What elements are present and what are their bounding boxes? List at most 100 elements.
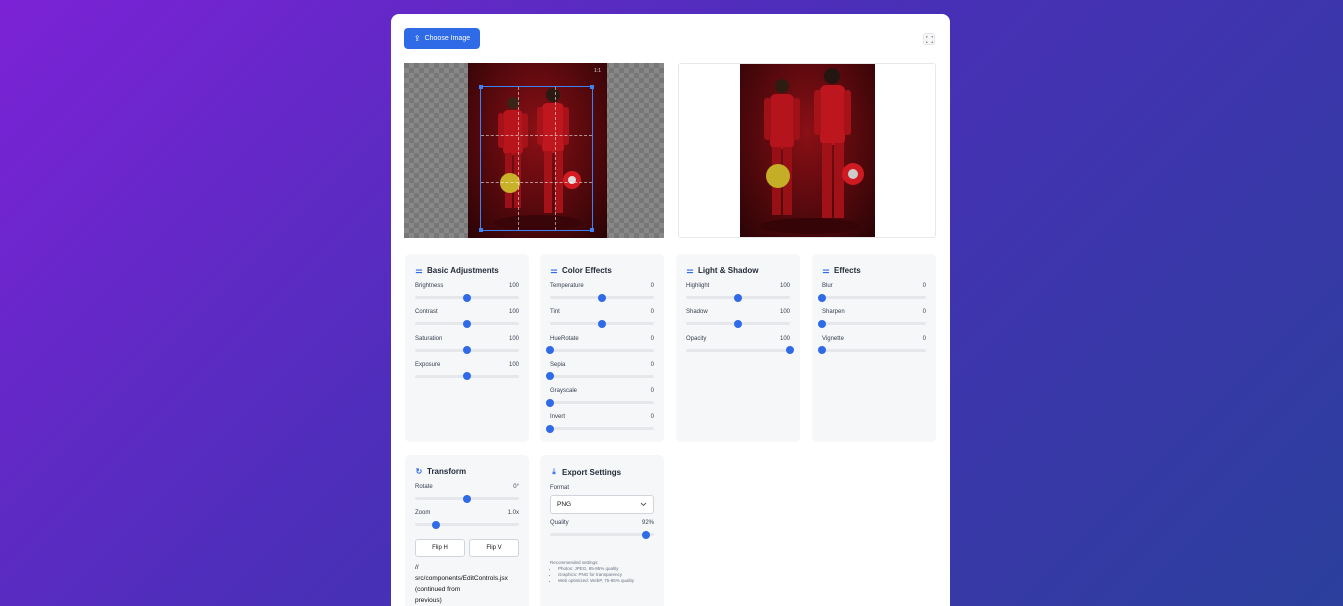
panel-transform: ↻ Transform Rotate 0° Zoom 1.0x Flip H Flip…	[405, 455, 529, 606]
panel-effects: ⚌ Effects Blur 0 Sharpen 0 Vignette 0	[812, 254, 936, 442]
slider-value: 100	[508, 283, 519, 289]
slider-track[interactable]	[415, 372, 519, 381]
slider-control: Tint 0	[550, 309, 654, 335]
slider-track[interactable]	[550, 319, 654, 328]
crop-handle-tl[interactable]	[479, 85, 483, 89]
code-note-line: previous)	[415, 596, 442, 604]
quality-slider-thumb[interactable]	[641, 530, 650, 539]
crop-preview[interactable]: 1:1	[404, 63, 664, 238]
slider-control: Temperature 0	[550, 283, 654, 309]
panel-title-transform: Transform	[427, 467, 467, 476]
slider-control: Zoom 1.0x	[415, 510, 519, 536]
panel-title-light: Light & Shadow	[698, 266, 759, 275]
slider-thumb[interactable]	[463, 494, 471, 503]
slider-control: Brightness 100	[415, 283, 519, 309]
slider-thumb[interactable]	[598, 319, 606, 328]
choose-image-button[interactable]: ⇪ Choose Image	[404, 28, 480, 49]
slider-track[interactable]	[546, 398, 654, 407]
slider-label: Rotate	[415, 484, 433, 490]
slider-thumb[interactable]	[463, 372, 471, 381]
slider-thumb[interactable]	[463, 319, 471, 328]
panel-title-color: Color Effects	[562, 266, 612, 275]
slider-control: Grayscale 0	[546, 388, 654, 414]
slider-control: Vignette 0	[818, 335, 926, 362]
slider-track[interactable]	[415, 293, 519, 302]
crop-handle-bl[interactable]	[479, 228, 483, 232]
quality-slider[interactable]	[550, 530, 654, 539]
slider-track[interactable]	[546, 372, 654, 381]
slider-track[interactable]	[818, 346, 926, 355]
slider-track[interactable]	[415, 346, 519, 355]
slider-label: Blur	[822, 283, 833, 289]
slider-thumb[interactable]	[546, 398, 554, 407]
slider-label: Sharpen	[822, 309, 845, 316]
slider-track[interactable]	[686, 293, 790, 302]
slider-track[interactable]	[415, 494, 519, 503]
flip-vertical-button[interactable]: Flip V	[469, 538, 519, 557]
slider-thumb[interactable]	[734, 293, 742, 302]
slider-thumb[interactable]	[598, 293, 606, 302]
flip-horizontal-button[interactable]: Flip H	[415, 538, 465, 557]
slider-track[interactable]	[550, 293, 654, 302]
slider-track[interactable]	[686, 346, 794, 355]
slider-thumb[interactable]	[431, 520, 440, 529]
format-select[interactable]: PNG	[550, 495, 654, 514]
slider-track[interactable]	[415, 520, 519, 529]
slider-control: HueRotate 0	[546, 335, 654, 362]
crop-handle-tr[interactable]	[590, 85, 594, 89]
slider-thumb[interactable]	[818, 293, 826, 302]
panel-light-shadow: ⚌ Light & Shadow Highlight 100 Shadow 100 Op…	[676, 254, 800, 442]
slider-thumb[interactable]	[463, 346, 471, 355]
slider-thumb[interactable]	[546, 372, 554, 381]
slider-label: Vignette	[822, 335, 844, 342]
slider-thumb[interactable]	[546, 346, 554, 355]
slider-control: Blur 0	[818, 283, 926, 309]
panel-export-settings: ⤓ Export Settings Format PNG Quality 92%…	[540, 455, 664, 606]
slider-thumb[interactable]	[818, 319, 826, 328]
slider-label: Saturation	[415, 335, 443, 342]
crop-selection[interactable]	[479, 85, 594, 232]
slider-label: Contrast	[415, 309, 438, 316]
slider-value: 100	[508, 335, 519, 342]
sliders-icon: ⚌	[415, 266, 423, 275]
color-controls: Temperature 0 Tint 0 HueRotate 0 Sepia 0 Graysca…	[546, 283, 654, 441]
slider-track[interactable]	[818, 293, 926, 302]
expand-button[interactable]	[923, 33, 935, 45]
slider-label: Tint	[550, 309, 560, 316]
slider-control: Sharpen 0	[818, 309, 926, 335]
code-note-line: //	[415, 563, 419, 571]
slider-value: 100	[508, 309, 519, 316]
slider-thumb[interactable]	[734, 319, 742, 328]
slider-thumb[interactable]	[546, 424, 554, 433]
slider-label: Invert	[550, 414, 566, 421]
slider-control: Invert 0	[546, 414, 654, 440]
slider-label: HueRotate	[550, 335, 579, 342]
code-note: // src/components/EditControls.jsx (cont…	[415, 562, 519, 606]
panel-color-effects: ⚌ Color Effects Temperature 0 Tint 0 HueRota…	[540, 254, 664, 442]
slider-value: 0	[922, 283, 926, 289]
slider-thumb[interactable]	[786, 346, 794, 355]
drivers-result-art	[760, 68, 864, 234]
slider-track[interactable]	[686, 319, 790, 328]
format-label: Format	[550, 485, 570, 491]
slider-label: Zoom	[415, 510, 431, 517]
code-note-line: (continued from	[415, 585, 461, 593]
result-preview	[678, 63, 936, 238]
slider-track[interactable]	[546, 346, 654, 355]
slider-label: Opacity	[686, 335, 707, 342]
slider-control: Contrast 100	[415, 309, 519, 335]
slider-control: Exposure 100	[415, 362, 519, 388]
upload-icon: ⇪	[413, 33, 421, 43]
transform-controls: Rotate 0° Zoom 1.0x	[415, 484, 519, 537]
choose-image-label: Choose Image	[424, 35, 471, 42]
slider-track[interactable]	[818, 319, 926, 328]
slider-thumb[interactable]	[818, 346, 826, 355]
slider-thumb[interactable]	[463, 293, 471, 302]
sliders-icon: ⚌	[822, 266, 830, 275]
panel-title-basic: Basic Adjustments	[427, 266, 499, 275]
expand-icon	[925, 35, 933, 43]
slider-track[interactable]	[546, 424, 654, 433]
slider-track[interactable]	[415, 319, 519, 328]
slider-label: Temperature	[550, 283, 584, 289]
crop-handle-br[interactable]	[590, 228, 594, 232]
